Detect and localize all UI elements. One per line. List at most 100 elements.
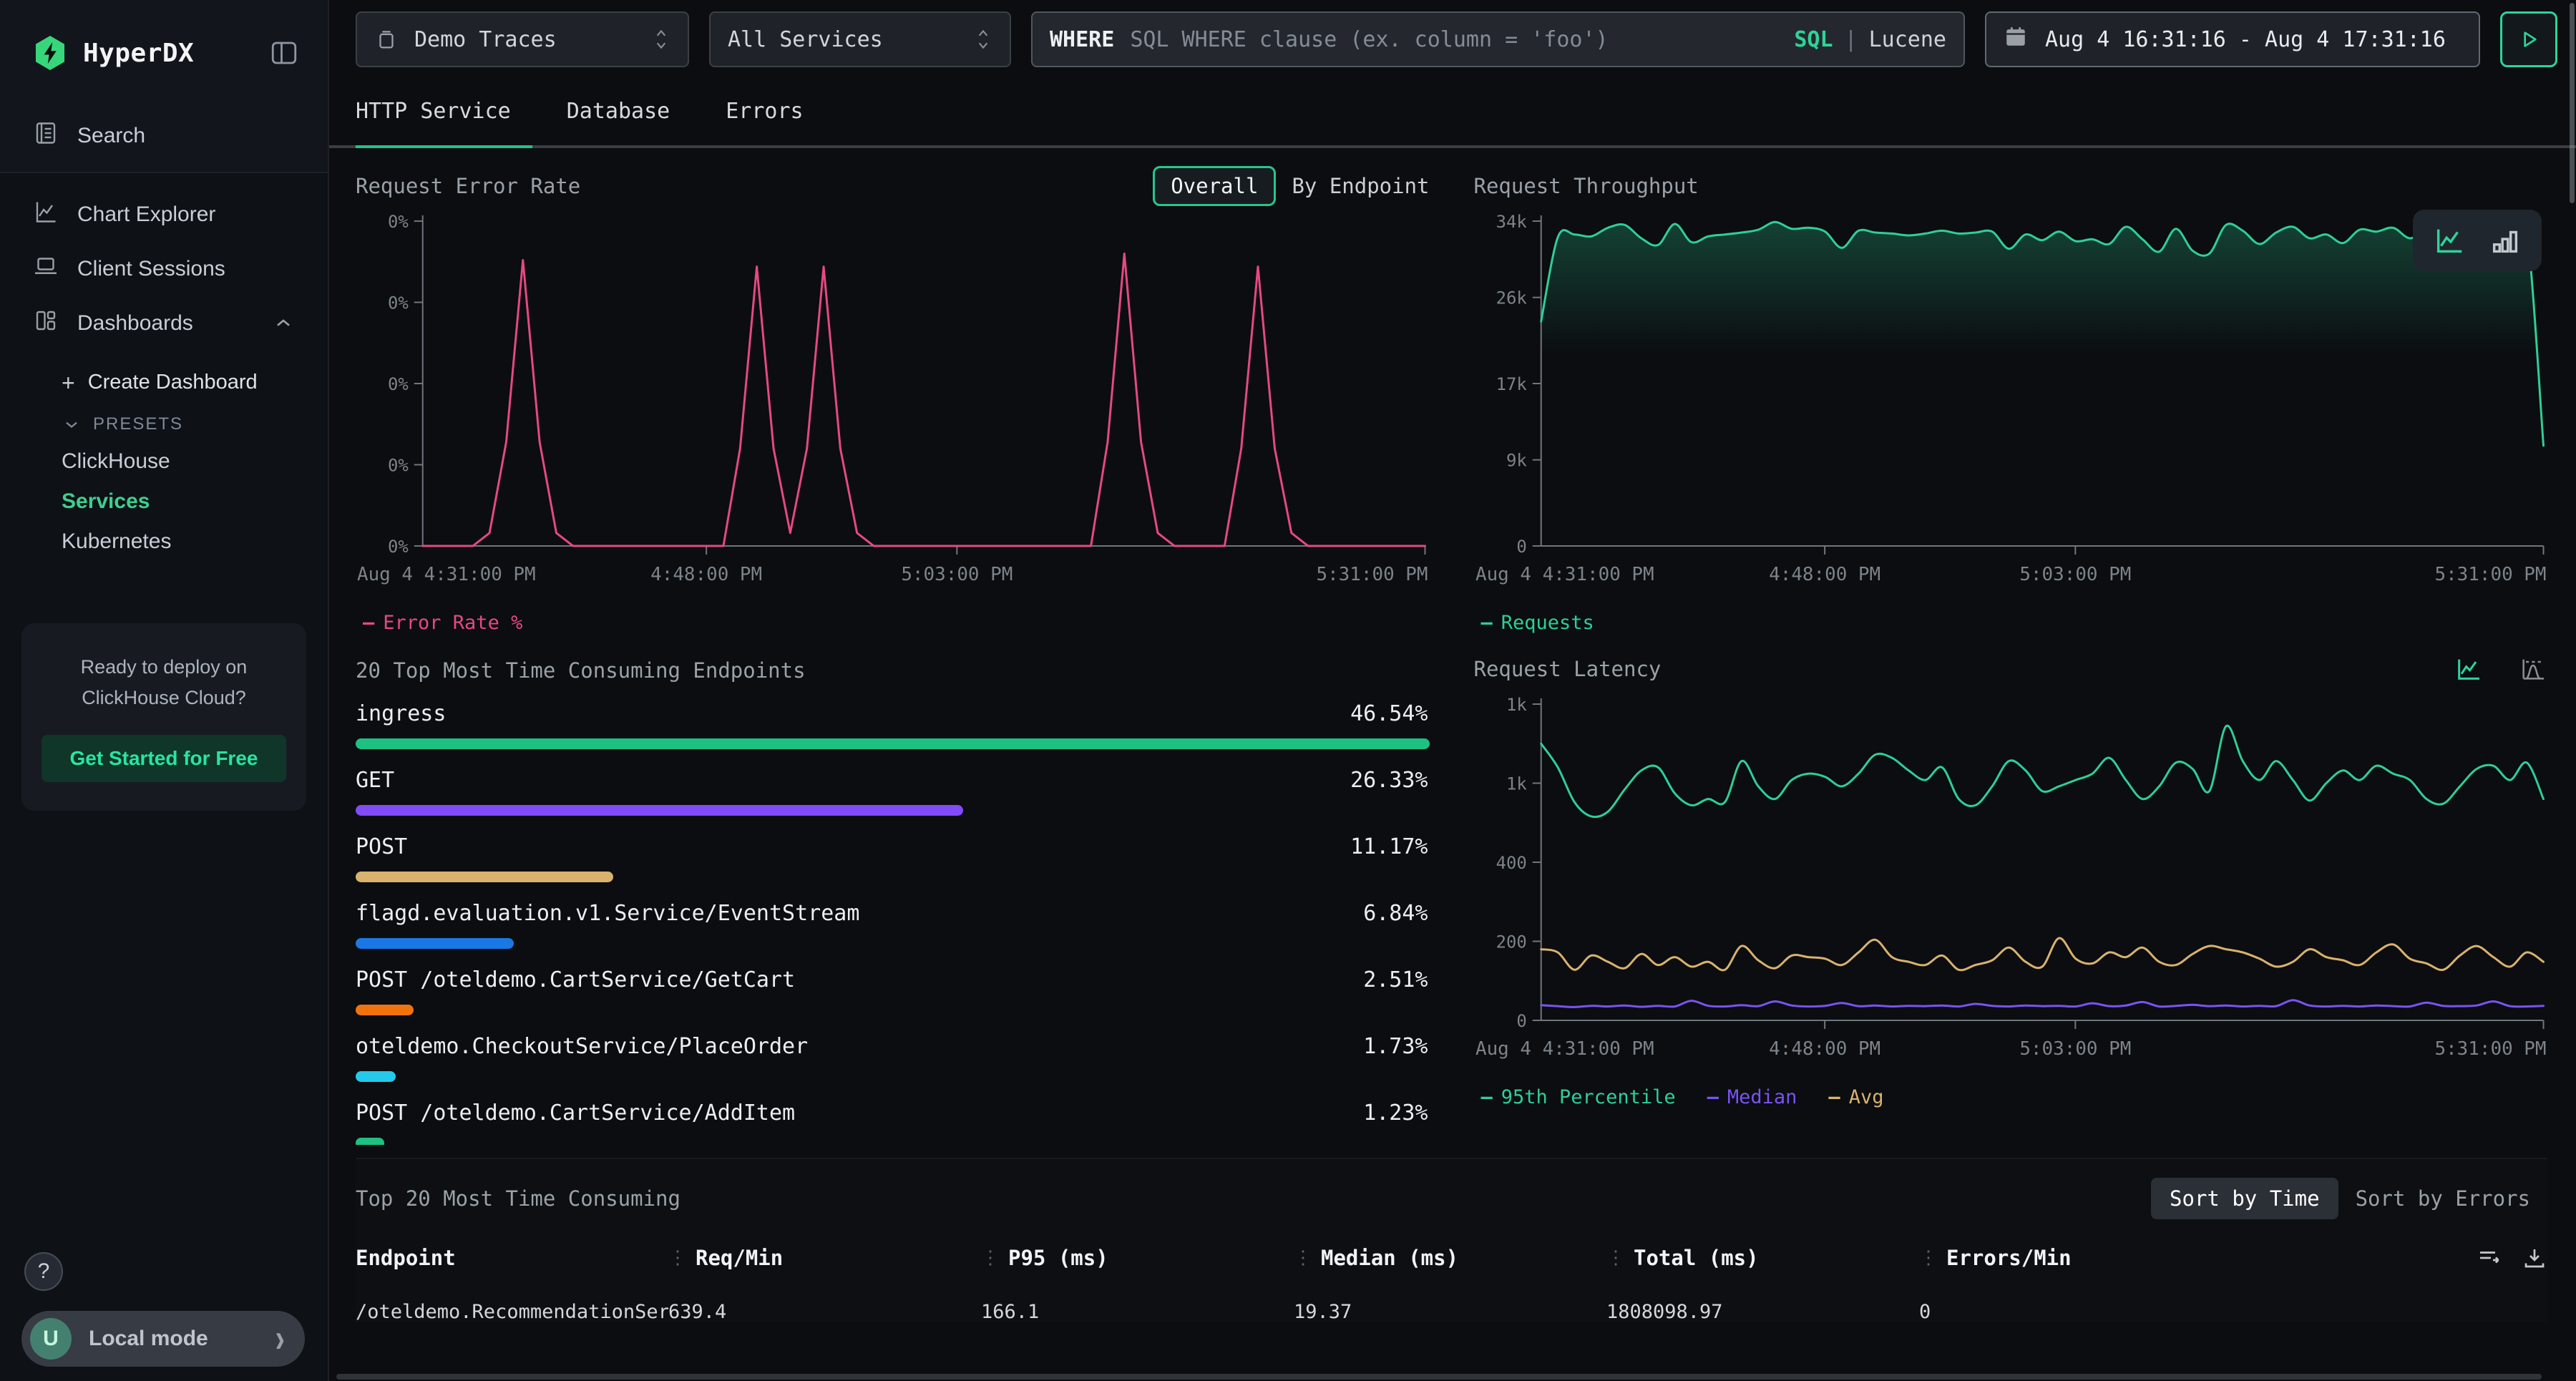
svg-text:4:48:00 PM: 4:48:00 PM: [650, 564, 762, 585]
sort-by-errors-button[interactable]: Sort by Errors: [2338, 1178, 2547, 1219]
line-chart-icon[interactable]: [2433, 224, 2466, 257]
run-query-button[interactable]: [2500, 11, 2557, 67]
service-select[interactable]: All Services: [709, 11, 1011, 67]
promo-line1: Ready to deploy on: [36, 652, 292, 683]
search-nav-icon: [33, 120, 59, 152]
histogram-icon[interactable]: [2519, 655, 2547, 683]
select-updown-icon: [652, 26, 670, 52]
endpoint-row[interactable]: ingress46.54%: [356, 701, 1430, 749]
get-started-button[interactable]: Get Started for Free: [42, 735, 287, 782]
source-select[interactable]: Demo Traces: [356, 11, 689, 67]
table-actions: [2462, 1245, 2547, 1271]
endpoint-bar: [356, 1138, 384, 1145]
legend-item: —Requests: [1481, 612, 1594, 634]
series-line-2: [1541, 938, 2543, 970]
svg-text:4:48:00 PM: 4:48:00 PM: [1769, 564, 1880, 585]
sidebar-item-label: Dashboards: [77, 311, 193, 336]
column-header[interactable]: Endpoint: [356, 1246, 668, 1270]
sidebar-collapse-icon[interactable]: [269, 38, 299, 68]
svg-text:0: 0: [1516, 537, 1526, 557]
drag-handle-icon[interactable]: ⋮: [981, 1247, 1000, 1269]
svg-text:5:31:00 PM: 5:31:00 PM: [2434, 564, 2546, 585]
time-range-picker[interactable]: Aug 4 16:31:16 - Aug 4 17:31:16: [1985, 11, 2480, 67]
tab-http-service[interactable]: HTTP Service: [356, 76, 532, 145]
endpoint-bar: [356, 1071, 396, 1082]
table-cell: 1808098.97: [1606, 1301, 1919, 1323]
presets-label: PRESETS: [93, 414, 183, 434]
download-icon[interactable]: [2522, 1245, 2547, 1271]
svg-text:0%: 0%: [388, 374, 409, 394]
drag-handle-icon[interactable]: ⋮: [1919, 1247, 1938, 1269]
sidebar-item-dashboards[interactable]: Dashboards: [0, 296, 328, 351]
column-header[interactable]: ⋮Errors/Min: [1919, 1246, 2462, 1270]
throughput-chart: 34k26k17k9k0Aug 4 4:31:00 PM4:48:00 PM5:…: [1474, 210, 2548, 610]
main-area: Demo Traces All Services WHERE SQL | Luc…: [329, 0, 2576, 1381]
by-endpoint-button[interactable]: By Endpoint: [1292, 174, 1429, 198]
vertical-scrollbar[interactable]: [2570, 3, 2575, 203]
line-chart-icon[interactable]: [2454, 655, 2483, 683]
column-header[interactable]: ⋮Req/Min: [668, 1246, 981, 1270]
drag-handle-icon[interactable]: ⋮: [1294, 1247, 1312, 1269]
endpoint-label: ingress: [356, 701, 446, 726]
sidebar-item-client-sessions[interactable]: Client Sessions: [0, 242, 328, 296]
svg-text:0%: 0%: [388, 293, 409, 313]
throughput-svg: 34k26k17k9k0Aug 4 4:31:00 PM4:48:00 PM5:…: [1474, 210, 2548, 610]
endpoint-bar: [356, 1005, 414, 1015]
column-header[interactable]: ⋮Total (ms): [1606, 1246, 1919, 1270]
endpoint-row[interactable]: POST11.17%: [356, 834, 1430, 882]
column-filter-icon[interactable]: [2476, 1245, 2502, 1271]
endpoint-percent: 1.73%: [1363, 1034, 1428, 1059]
dashboards-icon: [33, 308, 59, 339]
svg-text:0: 0: [1516, 1011, 1526, 1031]
sort-toggle: Sort by Time Sort by Errors: [2151, 1178, 2547, 1219]
sql-mode-button[interactable]: SQL: [1794, 27, 1833, 52]
sidebar-item-chart-explorer[interactable]: Chart Explorer: [0, 187, 328, 242]
column-header[interactable]: ⋮Median (ms): [1294, 1246, 1606, 1270]
endpoint-bar: [356, 938, 514, 949]
drag-handle-icon[interactable]: ⋮: [1606, 1247, 1625, 1269]
chevron-up-icon: [272, 312, 295, 335]
endpoint-row[interactable]: flagd.evaluation.v1.Service/EventStream6…: [356, 901, 1430, 949]
endpoint-list: ingress46.54% GET26.33% POST11.17% flagd.ev…: [356, 701, 1430, 1145]
search-input[interactable]: [1128, 26, 1782, 53]
sidebar-item-search[interactable]: Search: [0, 109, 328, 163]
tab-database[interactable]: Database: [567, 76, 692, 145]
legend-item: —Median: [1707, 1086, 1797, 1108]
svg-text:9k: 9k: [1506, 451, 1526, 471]
svg-text:0%: 0%: [388, 537, 409, 557]
create-dashboard-button[interactable]: + Create Dashboard: [44, 362, 328, 404]
sort-by-time-button[interactable]: Sort by Time: [2151, 1178, 2338, 1219]
time-range-value: Aug 4 16:31:16 - Aug 4 17:31:16: [2045, 27, 2446, 52]
panel-request-latency: Request Latency 1k1k4002000Aug 4 4:31:00…: [1474, 634, 2548, 1145]
endpoint-row[interactable]: oteldemo.CheckoutService/PlaceOrder1.73%: [356, 1034, 1430, 1082]
preset-kubernetes[interactable]: Kubernetes: [44, 522, 328, 562]
column-header-label: P95 (ms): [1008, 1246, 1108, 1270]
endpoint-row[interactable]: POST /oteldemo.CartService/GetCart 2.51%: [356, 967, 1430, 1015]
presets-header[interactable]: PRESETS: [44, 404, 328, 441]
help-button[interactable]: ?: [24, 1252, 63, 1291]
latency-legend: —95th Percentile—Median—Avg: [1481, 1086, 2548, 1108]
overall-button[interactable]: Overall: [1153, 166, 1276, 206]
table-row[interactable]: /oteldemo.RecommendationServ639.4166.119…: [356, 1301, 2547, 1323]
bar-chart-icon[interactable]: [2489, 224, 2522, 257]
horizontal-scrollbar[interactable]: [336, 1374, 2542, 1380]
endpoint-percent: 2.51%: [1363, 967, 1428, 992]
endpoint-bar: [356, 872, 613, 882]
lucene-mode-button[interactable]: Lucene: [1869, 27, 1946, 52]
svg-text:4:48:00 PM: 4:48:00 PM: [1769, 1038, 1880, 1060]
endpoint-label: POST /oteldemo.CartService/GetCart: [356, 967, 795, 992]
endpoint-row[interactable]: POST /oteldemo.CartService/AddItem1.23%: [356, 1101, 1430, 1145]
legend-item: —Avg: [1828, 1086, 1883, 1108]
preset-services[interactable]: Services: [44, 482, 328, 522]
user-menu[interactable]: U Local mode ›: [21, 1311, 305, 1367]
preset-clickhouse[interactable]: ClickHouse: [44, 441, 328, 482]
tab-errors[interactable]: Errors: [726, 76, 824, 145]
plus-icon: +: [62, 371, 75, 394]
panel-top-table: Top 20 Most Time Consuming Sort by Time …: [356, 1158, 2547, 1323]
table-body: /oteldemo.RecommendationServ639.4166.119…: [356, 1301, 2547, 1323]
lang-divider: |: [1845, 27, 1858, 52]
endpoint-row[interactable]: GET26.33%: [356, 768, 1430, 816]
column-header[interactable]: ⋮ P95 (ms): [981, 1246, 1294, 1270]
drag-handle-icon[interactable]: ⋮: [668, 1247, 687, 1269]
table-cell: 19.37: [1294, 1301, 1606, 1323]
